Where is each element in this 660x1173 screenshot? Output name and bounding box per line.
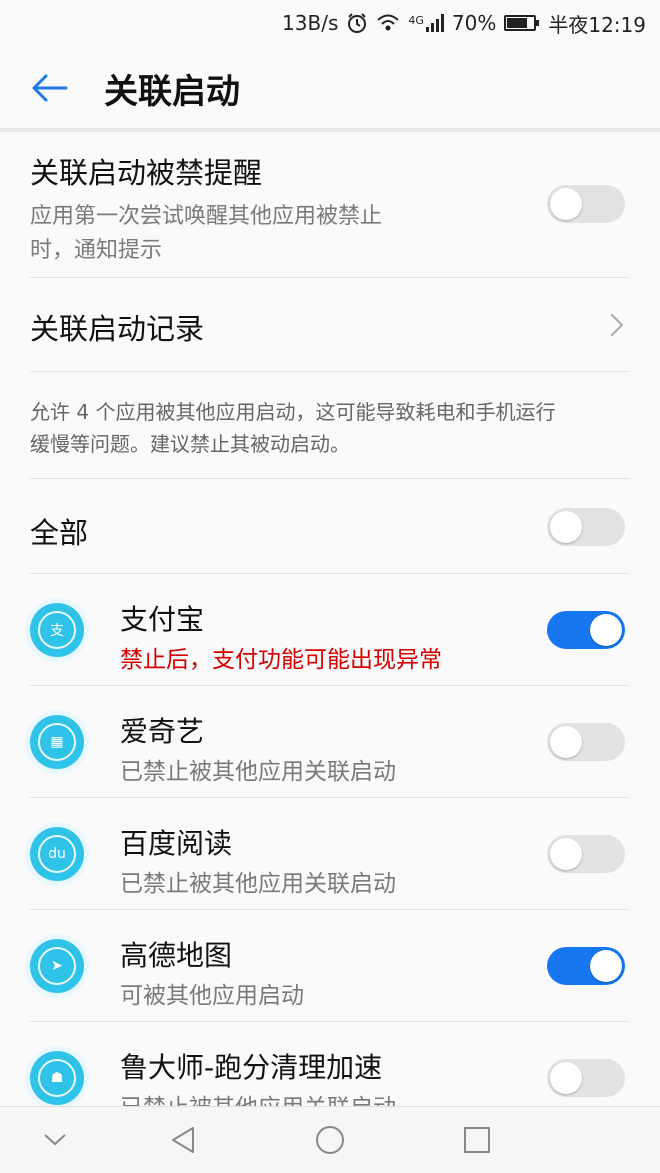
page-title: 关联启动 xyxy=(104,71,240,112)
ludashi-icon: ☗ xyxy=(30,1051,84,1105)
app-toggle[interactable] xyxy=(547,611,625,649)
baidu-reader-icon: du xyxy=(30,827,84,881)
hint-text: 允许 4 个应用被其他应用启动，这可能导致耗电和手机运行 缓慢等问题。建议禁止其… xyxy=(30,396,630,460)
network-speed: 13B/s xyxy=(282,11,339,35)
app-status: 已禁止被其他应用关联启动 xyxy=(120,759,396,785)
wifi-icon xyxy=(376,13,400,33)
app-status: 禁止后，支付功能可能出现异常 xyxy=(120,647,442,673)
app-name: 支付宝 xyxy=(120,603,205,636)
divider xyxy=(30,478,630,479)
battery-icon xyxy=(504,15,540,31)
alipay-icon: 支 xyxy=(30,603,84,657)
header-divider xyxy=(0,128,660,132)
amap-icon: ➤ xyxy=(30,939,84,993)
divider xyxy=(30,685,630,686)
home-icon[interactable] xyxy=(290,1107,370,1173)
all-apps-toggle[interactable] xyxy=(547,508,625,546)
app-toggle[interactable] xyxy=(547,1059,625,1097)
association-record-title: 关联启动记录 xyxy=(30,312,205,346)
app-name: 爱奇艺 xyxy=(120,715,205,748)
back-arrow-icon[interactable] xyxy=(0,46,100,130)
app-toggle[interactable] xyxy=(547,723,625,761)
app-header: 关联启动 xyxy=(0,46,660,130)
navigation-bar xyxy=(0,1106,660,1173)
divider xyxy=(30,277,630,278)
app-status: 可被其他应用启动 xyxy=(120,983,304,1009)
blocked-reminder-description-line2: 时，通知提示 xyxy=(30,238,163,263)
app-status: 已禁止被其他应用关联启动 xyxy=(120,871,396,897)
all-apps-label: 全部 xyxy=(30,516,89,550)
collapse-icon[interactable] xyxy=(15,1107,95,1173)
hint-line2: 缓慢等问题。建议禁止其被动启动。 xyxy=(30,432,350,456)
app-name: 百度阅读 xyxy=(120,827,233,860)
recents-icon[interactable] xyxy=(437,1107,517,1173)
battery-percent: 70% xyxy=(451,11,497,35)
network-type: 4G xyxy=(408,14,424,27)
blocked-reminder-description-line1: 应用第一次尝试唤醒其他应用被禁止 xyxy=(30,204,383,229)
app-name: 鲁大师-跑分清理加速 xyxy=(120,1051,383,1084)
app-toggle[interactable] xyxy=(547,835,625,873)
divider xyxy=(30,909,630,910)
divider xyxy=(30,371,630,372)
back-icon[interactable] xyxy=(143,1107,223,1173)
divider xyxy=(30,573,630,574)
alarm-icon xyxy=(346,12,368,34)
blocked-reminder-row[interactable]: 关联启动被禁提醒 应用第一次尝试唤醒其他应用被禁止 时，通知提示 xyxy=(30,150,630,268)
blocked-reminder-title: 关联启动被禁提醒 xyxy=(30,156,263,190)
iqiyi-icon: ▦ xyxy=(30,715,84,769)
divider xyxy=(30,1021,630,1022)
association-record-row[interactable]: 关联启动记录 xyxy=(30,306,630,348)
status-bar: 13B/s 4G 70% 半夜12:19 xyxy=(0,0,660,46)
divider xyxy=(30,797,630,798)
app-toggle[interactable] xyxy=(547,947,625,985)
blocked-reminder-toggle[interactable] xyxy=(547,185,625,223)
all-apps-row[interactable]: 全部 xyxy=(30,510,630,552)
app-name: 高德地图 xyxy=(120,939,233,972)
clock: 半夜12:19 xyxy=(548,12,646,37)
signal-icon: 4G xyxy=(408,14,444,32)
hint-line1: 允许 4 个应用被其他应用启动，这可能导致耗电和手机运行 xyxy=(30,400,556,424)
